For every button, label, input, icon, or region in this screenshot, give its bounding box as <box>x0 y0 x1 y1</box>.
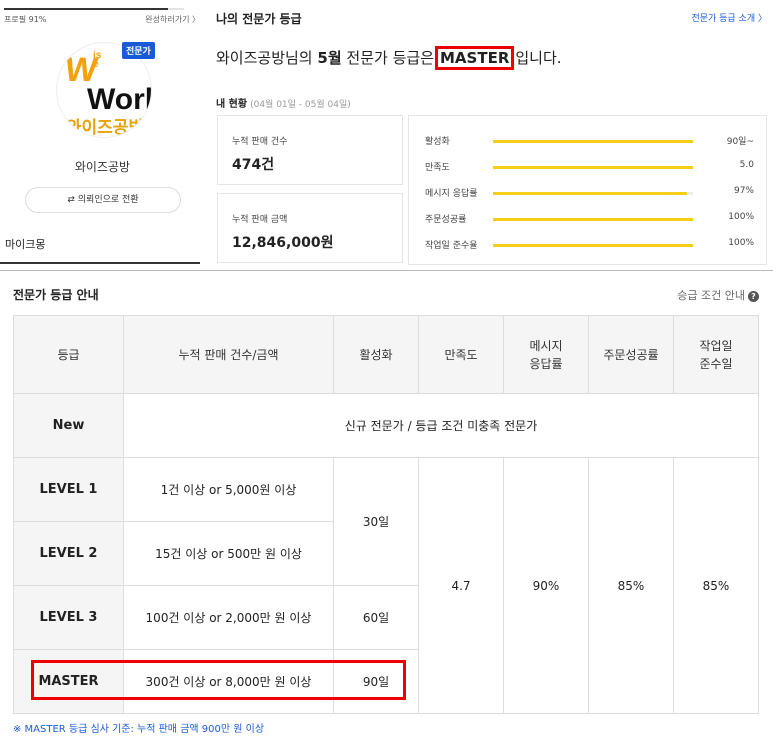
profile-name: 와이즈공방 <box>74 160 131 174</box>
status-period: (04월 01일 - 05월 04일) <box>250 100 351 110</box>
profile-progress-bar <box>4 8 184 10</box>
metric-fill <box>493 140 693 143</box>
metric-value: 90일~ <box>726 137 754 147</box>
metric-fill <box>493 192 687 195</box>
stat-box-sales-amount: 누적 판매 금액 12,846,000원 <box>217 193 403 263</box>
grade-cell: New <box>13 393 124 458</box>
logo-work: Work <box>87 83 151 116</box>
stat-value: 474건 <box>232 157 275 173</box>
header-response-rate: 메시지 응답률 <box>503 315 589 394</box>
metric-label: 주문성공률 <box>425 215 467 225</box>
metric-track <box>493 218 693 221</box>
header-order-success: 주문성공률 <box>588 315 674 394</box>
upgrade-condition-link[interactable]: 승급 조건 안내? <box>677 287 759 303</box>
complete-profile-link[interactable]: 완성하러가기 〉 <box>145 14 200 25</box>
metric-fill <box>493 218 693 221</box>
grade-title: 나의 전문가 등급 <box>216 12 302 26</box>
metric-satisfaction: 만족도 5.0 <box>409 156 768 176</box>
switch-to-client-button[interactable]: ⇄ 의뢰인으로 전환 <box>25 187 181 213</box>
metric-value: 100% <box>728 238 754 248</box>
logo-korean: 와이즈공방 <box>65 118 145 138</box>
metric-fill <box>493 166 693 169</box>
profile-progress-label: 프로필 91% <box>4 15 47 24</box>
stat-box-sales-count: 누적 판매 건수 474건 <box>217 115 403 185</box>
response-rate-cell: 90% <box>503 457 589 714</box>
metric-label: 작업일 준수율 <box>425 241 478 251</box>
grade-msg-prefix: 와이즈공방님의 <box>216 49 313 67</box>
activation-cell: 60일 <box>333 585 419 650</box>
header-satisfaction: 만족도 <box>418 315 504 394</box>
metric-fill <box>493 244 693 247</box>
grade-msg-mid: 전문가 등급은 <box>346 49 434 67</box>
metric-activation: 활성화 90일~ <box>409 130 768 150</box>
guide-title: 전문가 등급 안내 <box>13 288 99 302</box>
header-work-compliance: 작업일 준수일 <box>673 315 759 394</box>
stat-value: 12,846,000원 <box>232 235 334 251</box>
help-icon: ? <box>748 291 759 302</box>
master-footnote: ※ MASTER 등급 심사 기준: 누적 판매 금액 900만 원 이상 <box>13 724 265 735</box>
metric-label: 만족도 <box>425 163 450 173</box>
metric-label: 활성화 <box>425 137 450 147</box>
metric-track <box>493 166 693 169</box>
grade-cell: LEVEL 3 <box>13 585 124 650</box>
stat-label: 누적 판매 금액 <box>232 215 288 225</box>
grade-message: 와이즈공방님의 5월 전문가 등급은 MASTER 입니다. <box>216 46 562 70</box>
profile-progress-fill <box>4 8 168 10</box>
header-sales: 누적 판매 건수/금액 <box>123 315 334 394</box>
metric-value: 97% <box>733 186 754 196</box>
metric-track <box>493 192 693 195</box>
sales-cell: 15건 이상 or 500만 원 이상 <box>123 521 334 586</box>
metric-value: 100% <box>728 212 754 222</box>
mypage-underline <box>0 262 200 264</box>
profile-panel: 프로필 91% 완성하러가기 〉 W ise Work 와이즈공방 전문가 와이… <box>0 0 205 268</box>
section-divider <box>0 270 773 271</box>
expert-badge: 전문가 <box>122 42 155 59</box>
grade-msg-month: 5월 <box>317 49 342 67</box>
metric-track <box>493 244 693 247</box>
table-row-new: New 신규 전문가 / 등급 조건 미충족 전문가 <box>13 393 759 458</box>
status-title: 내 현황 (04월 01일 - 05월 04일) <box>216 95 351 110</box>
metric-response-rate: 메시지 응답률 97% <box>409 182 768 202</box>
new-desc-cell: 신규 전문가 / 등급 조건 미충족 전문가 <box>123 393 759 458</box>
metric-track <box>493 140 693 143</box>
mypage-link[interactable]: 마이크몽 <box>5 236 45 252</box>
grade-cell: LEVEL 1 <box>13 457 124 522</box>
grade-guide-table: 등급 누적 판매 건수/금액 활성화 만족도 메시지 응답률 주문성공률 작업일… <box>13 315 759 714</box>
metric-work-compliance: 작업일 준수율 100% <box>409 234 768 254</box>
my-grade-panel: 나의 전문가 등급 전문가 등급 소개 〉 와이즈공방님의 5월 전문가 등급은… <box>205 0 773 268</box>
order-success-cell: 85% <box>588 457 674 714</box>
sales-cell: 100건 이상 or 2,000만 원 이상 <box>123 585 334 650</box>
grade-cell: LEVEL 2 <box>13 521 124 586</box>
activation-cell: 30일 <box>333 457 419 586</box>
upgrade-condition-label: 승급 조건 안내 <box>677 289 745 302</box>
current-grade-highlight: MASTER <box>435 46 515 70</box>
metric-value: 5.0 <box>739 160 754 170</box>
sales-cell: 1건 이상 or 5,000원 이상 <box>123 457 334 522</box>
status-title-label: 내 현황 <box>216 99 248 110</box>
grade-msg-suffix: 입니다. <box>515 49 562 67</box>
stat-label: 누적 판매 건수 <box>232 137 288 147</box>
logo-ise: ise <box>93 50 102 70</box>
header-grade: 등급 <box>13 315 124 394</box>
work-compliance-cell: 85% <box>673 457 759 714</box>
metric-order-success: 주문성공률 100% <box>409 208 768 228</box>
header-activation: 활성화 <box>333 315 419 394</box>
grade-intro-link[interactable]: 전문가 등급 소개 〉 <box>691 11 767 24</box>
table-row-level1: LEVEL 1 1건 이상 or 5,000원 이상 30일 4.7 90% 8… <box>13 457 759 714</box>
table-header-row: 등급 누적 판매 건수/금액 활성화 만족도 메시지 응답률 주문성공률 작업일… <box>13 315 759 394</box>
metric-label: 메시지 응답률 <box>425 189 478 199</box>
metrics-box: 활성화 90일~ 만족도 5.0 메시지 응답률 97% 주문성공률 100% … <box>408 115 767 265</box>
master-row-highlight <box>31 660 406 700</box>
satisfaction-cell: 4.7 <box>418 457 504 714</box>
